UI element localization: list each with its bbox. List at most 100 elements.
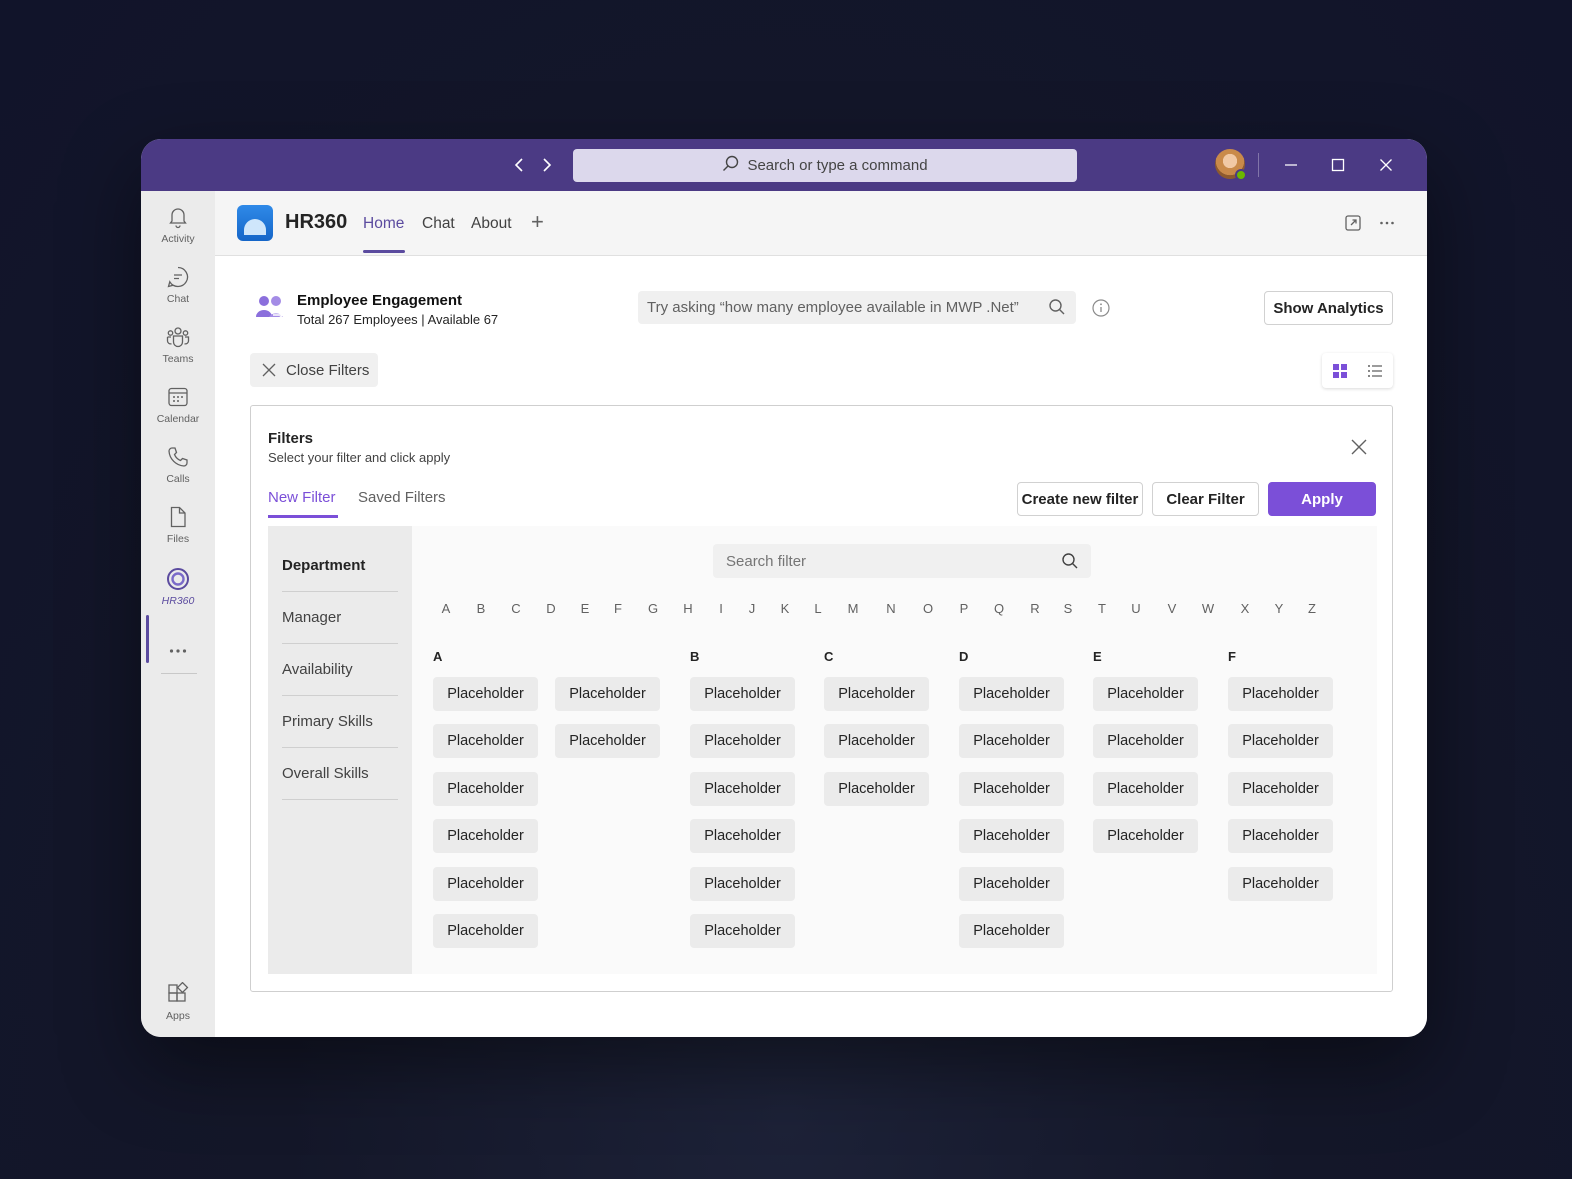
minimize-icon[interactable]	[1280, 154, 1302, 176]
filter-option-chip[interactable]: Placeholder	[433, 819, 538, 853]
alphabet-letter-q[interactable]: Q	[994, 601, 1004, 616]
close-icon[interactable]	[1375, 154, 1397, 176]
filter-option-chip[interactable]: Placeholder	[824, 724, 929, 758]
filter-option-chip[interactable]: Placeholder	[1228, 819, 1333, 853]
filter-option-chip[interactable]: Placeholder	[1228, 867, 1333, 901]
filter-option-chip[interactable]: Placeholder	[433, 867, 538, 901]
filter-option-chip[interactable]: Placeholder	[690, 819, 795, 853]
filter-option-chip[interactable]: Placeholder	[690, 914, 795, 948]
close-filters-button[interactable]: Close Filters	[250, 353, 378, 387]
alphabet-letter-y[interactable]: Y	[1275, 601, 1284, 616]
filter-option-chip[interactable]: Placeholder	[555, 724, 660, 758]
create-new-filter-button[interactable]: Create new filter	[1017, 482, 1143, 516]
alphabet-letter-z[interactable]: Z	[1308, 601, 1316, 616]
alphabet-letter-f[interactable]: F	[614, 601, 622, 616]
filter-option-chip[interactable]: Placeholder	[1093, 677, 1198, 711]
filter-option-chip[interactable]: Placeholder	[555, 677, 660, 711]
alphabet-letter-t[interactable]: T	[1098, 601, 1106, 616]
rail-item-files[interactable]: Files	[141, 505, 215, 561]
alphabet-letter-l[interactable]: L	[814, 601, 821, 616]
tab-chat[interactable]: Chat	[422, 215, 455, 233]
popout-icon[interactable]	[1343, 213, 1363, 233]
avatar[interactable]	[1215, 149, 1247, 181]
filter-option-chip[interactable]: Placeholder	[1228, 677, 1333, 711]
alphabet-letter-n[interactable]: N	[886, 601, 895, 616]
filter-option-chip[interactable]: Placeholder	[824, 677, 929, 711]
add-tab-button[interactable]: +	[531, 209, 544, 235]
apply-button[interactable]: Apply	[1268, 482, 1376, 516]
rail-item-apps[interactable]: Apps	[141, 982, 215, 1037]
alphabet-letter-c[interactable]: C	[511, 601, 520, 616]
alphabet-letter-g[interactable]: G	[648, 601, 658, 616]
tab-home[interactable]: Home	[363, 215, 404, 233]
filter-option-chip[interactable]: Placeholder	[1093, 819, 1198, 853]
filter-option-chip[interactable]: Placeholder	[690, 772, 795, 806]
category-overall-skills[interactable]: Overall Skills	[282, 748, 398, 800]
tab-new-filter[interactable]: New Filter	[268, 489, 336, 506]
alphabet-letter-e[interactable]: E	[581, 601, 590, 616]
category-primary-skills[interactable]: Primary Skills	[282, 696, 398, 748]
alphabet-letter-b[interactable]: B	[477, 601, 486, 616]
filter-option-chip[interactable]: Placeholder	[433, 677, 538, 711]
filter-option-chip[interactable]: Placeholder	[959, 772, 1064, 806]
rail-item-activity[interactable]: Activity	[141, 205, 215, 261]
rail-item-hr360[interactable]: HR360	[141, 567, 215, 623]
show-analytics-button[interactable]: Show Analytics	[1264, 291, 1393, 325]
rail-item-chat[interactable]: Chat	[141, 265, 215, 321]
filter-option-chip[interactable]: Placeholder	[1228, 724, 1333, 758]
alphabet-letter-d[interactable]: D	[546, 601, 555, 616]
close-icon[interactable]	[1349, 437, 1369, 457]
clear-filter-button[interactable]: Clear Filter	[1152, 482, 1259, 516]
alphabet-letter-j[interactable]: J	[749, 601, 756, 616]
alphabet-letter-v[interactable]: V	[1168, 601, 1177, 616]
filter-option-chip[interactable]: Placeholder	[690, 724, 795, 758]
ask-input[interactable]: Try asking “how many employee available …	[638, 291, 1076, 324]
search-icon[interactable]	[1048, 298, 1066, 320]
more-apps-button[interactable]	[141, 639, 215, 695]
category-availability[interactable]: Availability	[282, 644, 398, 696]
filter-option-chip[interactable]: Placeholder	[959, 724, 1064, 758]
maximize-icon[interactable]	[1327, 154, 1349, 176]
alphabet-letter-o[interactable]: O	[923, 601, 933, 616]
alphabet-letter-h[interactable]: H	[683, 601, 692, 616]
alphabet-letter-a[interactable]: A	[442, 601, 451, 616]
alphabet-letter-m[interactable]: M	[848, 601, 859, 616]
chevron-left-icon[interactable]	[511, 156, 529, 174]
filter-option-chip[interactable]: Placeholder	[690, 867, 795, 901]
info-icon[interactable]	[1092, 299, 1110, 317]
tab-saved-filters[interactable]: Saved Filters	[358, 489, 446, 506]
filter-option-chip[interactable]: Placeholder	[959, 867, 1064, 901]
category-manager[interactable]: Manager	[282, 592, 398, 644]
alphabet-letter-i[interactable]: I	[719, 601, 723, 616]
filter-option-chip[interactable]: Placeholder	[433, 772, 538, 806]
filter-option-chip[interactable]: Placeholder	[433, 914, 538, 948]
alphabet-letter-r[interactable]: R	[1030, 601, 1039, 616]
search-icon[interactable]	[1061, 552, 1079, 574]
alphabet-letter-s[interactable]: S	[1064, 601, 1073, 616]
rail-item-calls[interactable]: Calls	[141, 445, 215, 501]
filter-option-chip[interactable]: Placeholder	[959, 819, 1064, 853]
filter-option-chip[interactable]: Placeholder	[1228, 772, 1333, 806]
alphabet-letter-p[interactable]: P	[960, 601, 969, 616]
more-options-icon[interactable]	[1377, 213, 1397, 233]
alphabet-letter-w[interactable]: W	[1202, 601, 1214, 616]
rail-item-teams[interactable]: Teams	[141, 325, 215, 381]
filter-option-chip[interactable]: Placeholder	[959, 914, 1064, 948]
list-view-icon[interactable]	[1357, 353, 1392, 388]
filter-option-chip[interactable]: Placeholder	[1093, 724, 1198, 758]
alphabet-letter-k[interactable]: K	[781, 601, 790, 616]
filter-option-chip[interactable]: Placeholder	[824, 772, 929, 806]
command-search-box[interactable]: Search or type a command	[573, 149, 1077, 182]
grid-view-icon[interactable]	[1322, 353, 1357, 388]
filter-option-chip[interactable]: Placeholder	[433, 724, 538, 758]
filter-option-chip[interactable]: Placeholder	[1093, 772, 1198, 806]
filter-option-chip[interactable]: Placeholder	[959, 677, 1064, 711]
filter-search-input[interactable]	[726, 552, 1046, 570]
category-department[interactable]: Department	[282, 540, 398, 592]
tab-about[interactable]: About	[471, 215, 512, 233]
alphabet-letter-u[interactable]: U	[1131, 601, 1140, 616]
alphabet-letter-x[interactable]: X	[1241, 601, 1250, 616]
rail-item-calendar[interactable]: Calendar	[141, 385, 215, 441]
filter-option-chip[interactable]: Placeholder	[690, 677, 795, 711]
chevron-right-icon[interactable]	[537, 156, 555, 174]
